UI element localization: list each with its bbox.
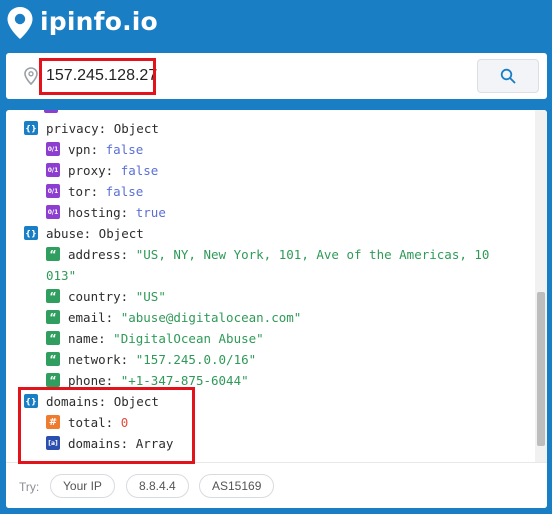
field-key: phone: [68,372,114,388]
json-node-abuse[interactable]: {} abuse: Object [24,223,144,243]
field-key: hosting: [68,204,129,220]
json-field-address-wrap: 013" [46,265,76,285]
boolean-type-icon: 0/1 [46,184,60,198]
field-value: "DigitalOcean Abuse" [113,330,264,346]
search-bar [6,53,547,99]
json-field-proxy[interactable]: 0/1 proxy: false [46,160,158,180]
object-type-icon: {} [24,121,38,135]
scrollbar-thumb[interactable] [537,292,545,446]
json-field-address[interactable]: “ address: "US, NY, New York, 101, Ave o… [46,244,489,264]
json-node-privacy[interactable]: {} privacy: Object [24,118,159,138]
field-key: tor: [68,183,99,199]
field-value: "abuse@digitalocean.com" [120,309,302,325]
field-value: true [135,204,166,220]
json-node-domains[interactable]: {} domains: Object [24,391,159,411]
object-type-icon: {} [24,394,38,408]
field-value: Array [135,435,174,451]
field-key: email: [68,309,114,325]
try-ip-8-8-4-4-button[interactable]: 8.8.4.4 [126,474,189,498]
field-value: "157.245.0.0/16" [135,351,257,367]
field-key: total: [68,414,114,430]
node-label: domains: Object [46,393,159,409]
json-field-network[interactable]: “ network: "157.245.0.0/16" [46,349,256,369]
number-type-icon: # [46,415,60,429]
json-field-vpn[interactable]: 0/1 vpn: false [46,139,143,159]
field-key: name: [68,330,106,346]
search-icon [500,68,516,84]
try-examples-bar: Try: Your IP 8.8.4.4 AS15169 [6,462,547,508]
string-type-icon: “ [46,373,60,387]
string-type-icon: “ [46,331,60,345]
json-field-country[interactable]: “ country: "US" [46,286,166,306]
json-line-clipped: 0/1 [44,110,66,116]
json-field-email[interactable]: “ email: "abuse@digitalocean.com" [46,307,301,327]
field-value: "US" [135,288,166,304]
field-value: "+1-347-875-6044" [120,372,249,388]
brand-name[interactable]: ipinfo.io [40,7,158,36]
json-viewer[interactable]: 0/1 {} privacy: Object 0/1 vpn: false 0/… [6,110,547,462]
json-field-domains-array[interactable]: [a] domains: Array [46,433,173,453]
json-field-hosting[interactable]: 0/1 hosting: true [46,202,166,222]
field-value: 0 [120,414,129,430]
string-type-icon: “ [46,289,60,303]
header: ipinfo.io [0,0,552,46]
field-value: "US, NY, New York, 101, Ave of the Ameri… [135,246,490,262]
node-label: abuse: Object [46,225,144,241]
ipinfo-logo-icon [7,6,33,39]
field-value-continued: 013" [46,267,77,283]
string-type-icon: “ [46,247,60,261]
result-panel: 0/1 {} privacy: Object 0/1 vpn: false 0/… [6,110,547,508]
field-key: network: [68,351,129,367]
field-value: false [120,162,159,178]
boolean-type-icon: 0/1 [46,163,60,177]
json-field-tor[interactable]: 0/1 tor: false [46,181,143,201]
boolean-type-icon: 0/1 [46,142,60,156]
string-type-icon: “ [46,310,60,324]
string-type-icon: “ [46,352,60,366]
search-button[interactable] [477,59,539,93]
try-label: Try: [19,480,40,494]
field-key: domains: [68,435,129,451]
json-field-name[interactable]: “ name: "DigitalOcean Abuse" [46,328,264,348]
json-field-total[interactable]: # total: 0 [46,412,128,432]
field-value: false [105,183,144,199]
field-key: address: [68,246,129,262]
location-pin-icon [24,67,38,85]
field-key: vpn: [68,141,99,157]
boolean-type-icon: 0/1 [44,110,58,113]
try-your-ip-button[interactable]: Your IP [50,474,115,498]
field-key: country: [68,288,129,304]
field-value: false [105,141,144,157]
field-key: proxy: [68,162,114,178]
json-field-phone[interactable]: “ phone: "+1-347-875-6044" [46,370,249,390]
boolean-type-icon: 0/1 [46,205,60,219]
ip-search-input[interactable] [46,64,406,88]
try-asn-button[interactable]: AS15169 [199,474,275,498]
object-type-icon: {} [24,226,38,240]
node-label: privacy: Object [46,120,159,136]
array-type-icon: [a] [46,436,60,450]
